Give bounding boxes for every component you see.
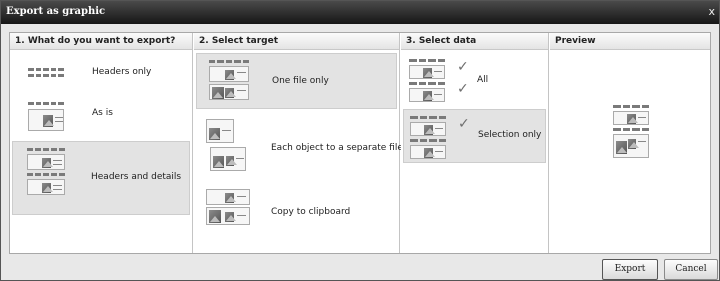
- check-icon: ✓: [458, 116, 470, 132]
- column-heading: 1. What do you want to export?: [10, 33, 192, 50]
- one-file-icon: [209, 60, 250, 100]
- as-is-icon: [28, 102, 64, 131]
- option-as-is[interactable]: As is: [12, 94, 190, 140]
- option-label: As is: [92, 108, 113, 118]
- option-selection-only[interactable]: ✓ Selection only: [403, 109, 546, 163]
- cancel-button[interactable]: Cancel: [664, 259, 718, 280]
- export-dialog: Export as graphic x 1. What do you want …: [0, 0, 720, 281]
- option-separate-files[interactable]: Each object to a separate file: [196, 113, 403, 181]
- export-button[interactable]: Export: [602, 259, 658, 280]
- option-headers-only[interactable]: Headers only: [12, 53, 190, 92]
- title-bar: Export as graphic x: [1, 1, 719, 24]
- option-label: Headers only: [92, 67, 152, 77]
- option-one-file-only[interactable]: One file only: [196, 53, 397, 109]
- column-heading: Preview: [550, 33, 710, 50]
- option-label: Each object to a separate file: [271, 143, 403, 153]
- option-headers-and-details[interactable]: Headers and details: [12, 141, 190, 215]
- option-label: Copy to clipboard: [271, 207, 351, 217]
- select-data-column: 3. Select data ✓ ✓ All ✓ Selection only: [401, 33, 549, 253]
- option-label: Headers and details: [91, 172, 182, 182]
- column-heading: 3. Select data: [401, 33, 548, 50]
- column-heading: 2. Select target: [194, 33, 399, 50]
- headers-and-details-icon: [27, 148, 65, 195]
- option-all[interactable]: ✓ ✓ All: [403, 53, 546, 107]
- selection-only-icon: [410, 116, 454, 159]
- option-copy-to-clipboard[interactable]: Copy to clipboard: [196, 183, 397, 243]
- dialog-footer: Export Cancel: [1, 256, 719, 281]
- preview-image: [613, 105, 649, 158]
- headers-only-icon: [28, 68, 64, 77]
- option-label: Selection only: [478, 130, 542, 140]
- preview-column: Preview: [550, 33, 710, 253]
- export-what-column: 1. What do you want to export? Headers o…: [10, 33, 193, 253]
- check-icon: ✓: [457, 59, 469, 75]
- option-label: All: [477, 75, 489, 85]
- check-icon: ✓: [457, 81, 469, 97]
- dialog-body: 1. What do you want to export? Headers o…: [9, 32, 711, 254]
- clipboard-icon: [206, 189, 250, 225]
- close-icon[interactable]: x: [708, 5, 715, 18]
- select-target-column: 2. Select target One file only Each obje…: [194, 33, 403, 253]
- dialog-title: Export as graphic: [6, 6, 106, 17]
- option-label: One file only: [272, 76, 329, 86]
- all-data-icon: [409, 59, 453, 102]
- separate-files-icon: [206, 119, 246, 171]
